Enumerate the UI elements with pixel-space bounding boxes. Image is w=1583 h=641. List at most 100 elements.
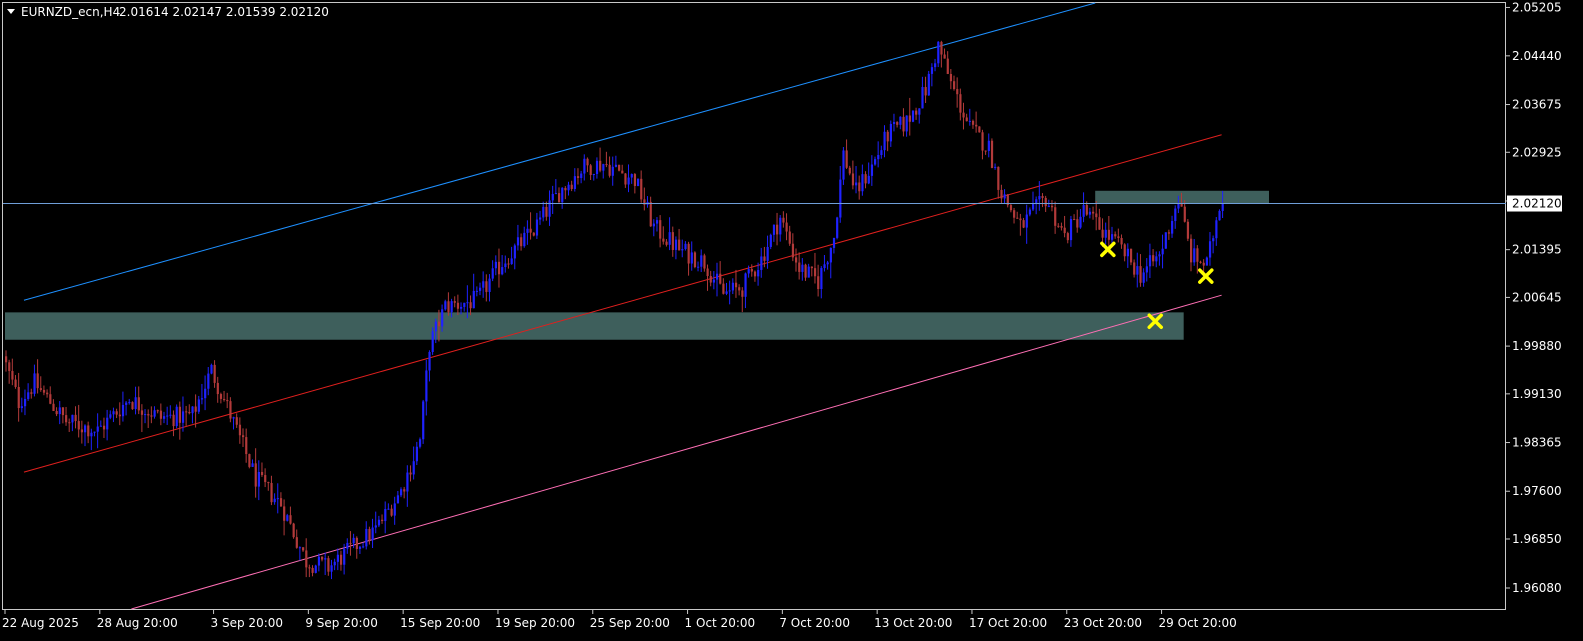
candle-body [1073,219,1076,221]
candle-body [896,122,899,125]
candle-body [848,167,851,174]
candle [769,233,772,250]
x-tick-label: 9 Sep 20:00 [305,616,377,630]
candle-body [267,482,270,484]
candle-body [1092,211,1095,214]
candle-body [396,495,400,504]
candle-body [880,150,883,156]
candle-body [858,182,861,192]
candle-body [298,547,302,549]
x-tick-label: 28 Aug 20:00 [97,616,178,630]
candle-body [839,179,842,218]
candle-body [11,370,14,380]
candle-body [861,174,864,192]
candle-body [163,416,166,419]
y-tick-label: 2.02925 [1512,145,1562,159]
candle-body [627,177,630,185]
candle-body [58,407,61,415]
candle-body [994,166,997,168]
candle-body [1003,194,1006,199]
candle [444,299,447,311]
candle-body [115,411,118,415]
chart-header: EURNZD_ecn,H4 2.01614 2.02147 2.01539 2.… [7,5,329,19]
candle-body [415,446,418,462]
candle-body [1000,189,1003,199]
candle-body [1111,234,1114,240]
candle-body [216,382,219,395]
candle-body [804,264,807,278]
candle-body [940,41,943,55]
candle-body [624,173,627,185]
candle-body [1028,209,1032,215]
candle-body [953,81,956,90]
candle-body [431,331,434,352]
candle [1218,209,1221,221]
candle-body [273,498,276,503]
candle-body [128,402,131,404]
candle [314,564,317,574]
candle-body [131,402,134,410]
candle-body [393,503,396,516]
candle-body [1009,205,1013,211]
ohlc-values: 2.01614 2.02147 2.01539 2.02120 [119,5,329,19]
candle-body [226,400,229,402]
candle-body [311,567,314,573]
candle-body [889,123,892,142]
candle-body [990,140,994,168]
x-tick-label: 19 Sep 20:00 [495,616,575,630]
candle-body [283,506,286,521]
candle-body [463,302,466,307]
support-zone [5,312,1184,340]
candle-body [441,309,444,327]
candle-body [14,379,17,387]
candle-body [491,268,494,279]
y-tick-label: 2.00645 [1512,290,1562,304]
x-tick-label: 17 Oct 20:00 [969,616,1047,630]
candle-body [90,432,93,437]
candle-body [99,425,102,427]
candle-body [779,217,782,235]
current-price-text: 2.02120 [1512,197,1562,211]
candle-body [153,410,156,417]
candle-body [384,509,387,522]
candle-body [801,264,804,272]
candle-body [681,249,684,251]
candle [637,178,640,187]
candle-body [558,193,561,203]
candle-body [649,201,652,227]
candle-body [763,256,766,261]
candle-body [210,364,213,374]
candle-body [930,67,934,74]
candle-body [324,558,327,560]
symbol-label: EURNZD_ecn,H4 [21,5,120,19]
candle-body [652,223,655,227]
candle-body [362,546,365,548]
candle-body [599,160,602,171]
candle-body [1126,248,1129,257]
candle-body [693,252,697,268]
candle-body [406,472,409,492]
candle-body [147,414,150,416]
candle-body [744,273,747,297]
candle-body [1044,197,1047,207]
candle-body [981,132,984,151]
candle-body [662,238,665,242]
candle-body [978,126,981,133]
candle-body [851,173,855,186]
candle-body [738,287,741,291]
candle-body [418,439,422,447]
candle-body [150,415,153,417]
candle-body [96,426,99,432]
candle-body [279,498,283,507]
candle-body [308,567,311,569]
candle-body [545,206,548,217]
candle-body [845,150,848,168]
candle-body [204,388,207,399]
candle-body [586,158,589,166]
candle-body [621,170,624,174]
candle-body [776,224,779,235]
candle-body [65,415,68,423]
candle-body [1136,266,1139,275]
y-tick-label: 1.99880 [1512,339,1562,353]
candle-body [1050,205,1054,208]
